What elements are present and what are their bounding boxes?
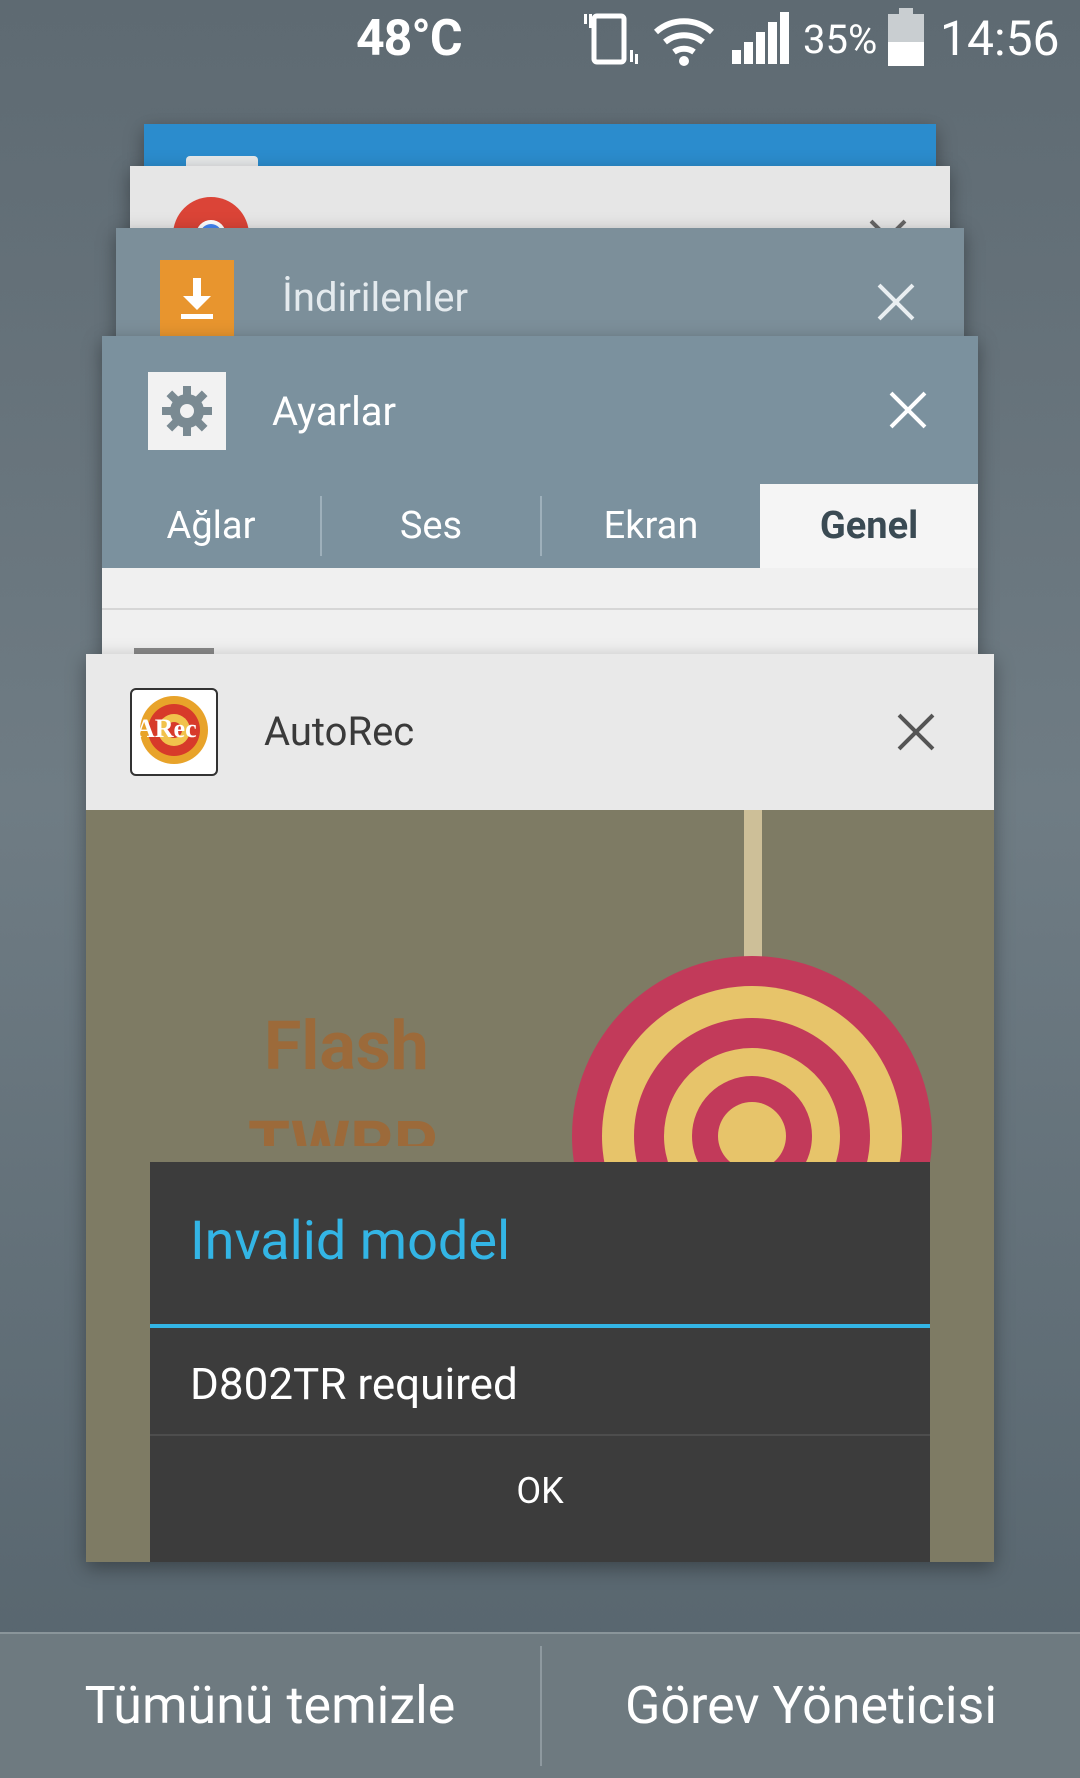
- gear-icon: [148, 372, 226, 450]
- lollipop-stick: [744, 810, 762, 980]
- settings-tabbar: Ağlar Ses Ekran Genel: [102, 484, 978, 568]
- wifi-icon: [654, 18, 714, 66]
- tab-genel[interactable]: Genel: [760, 484, 978, 568]
- close-autorec-button[interactable]: [892, 708, 940, 756]
- tab-aglar[interactable]: Ağlar: [102, 484, 320, 568]
- recent-card-settings[interactable]: Ayarlar Ağlar Ses Ekran Genel: [102, 336, 978, 656]
- list-divider: [102, 608, 978, 610]
- battery-icon: [888, 8, 924, 66]
- clear-all-button[interactable]: Tümünü temizle: [0, 1634, 540, 1778]
- dialog-title: Invalid model: [190, 1210, 511, 1273]
- dialog-ok-button[interactable]: OK: [150, 1436, 930, 1562]
- card-title-settings: Ayarlar: [272, 388, 397, 435]
- autorec-icon: ARec: [130, 688, 218, 776]
- status-bar: 48°C 35% 14:56: [0, 0, 1080, 80]
- flash-label: Flash: [264, 1006, 429, 1086]
- battery-percent: 35%: [803, 16, 878, 63]
- recent-card-autorec[interactable]: ARec AutoRec Flash TWRP Invalid model D8…: [86, 654, 994, 1562]
- close-settings-button[interactable]: [884, 386, 932, 434]
- card-title-autorec: AutoRec: [264, 708, 415, 755]
- autorec-header: ARec AutoRec: [86, 654, 994, 810]
- close-downloads-button[interactable]: [872, 278, 920, 326]
- dialog-message: D802TR required: [190, 1358, 518, 1410]
- twrp-label: TWRP: [248, 1106, 438, 1146]
- invalid-model-dialog: Invalid model D802TR required OK: [150, 1162, 930, 1562]
- dialog-title-divider: [150, 1324, 930, 1328]
- tab-ses[interactable]: Ses: [322, 484, 540, 568]
- settings-header: Ayarlar: [102, 336, 978, 484]
- signal-icon: [732, 12, 789, 64]
- clock: 14:56: [940, 10, 1060, 67]
- vibrate-icon: [584, 13, 638, 65]
- temperature-readout: 48°C: [356, 10, 463, 68]
- recents-bottom-bar: Tümünü temizle Görev Yöneticisi: [0, 1632, 1080, 1778]
- task-manager-button[interactable]: Görev Yöneticisi: [542, 1634, 1080, 1778]
- card-title-downloads: İndirilenler: [282, 274, 469, 321]
- autorec-screen: Flash TWRP Invalid model D802TR required…: [86, 810, 994, 1562]
- tab-ekran[interactable]: Ekran: [542, 484, 760, 568]
